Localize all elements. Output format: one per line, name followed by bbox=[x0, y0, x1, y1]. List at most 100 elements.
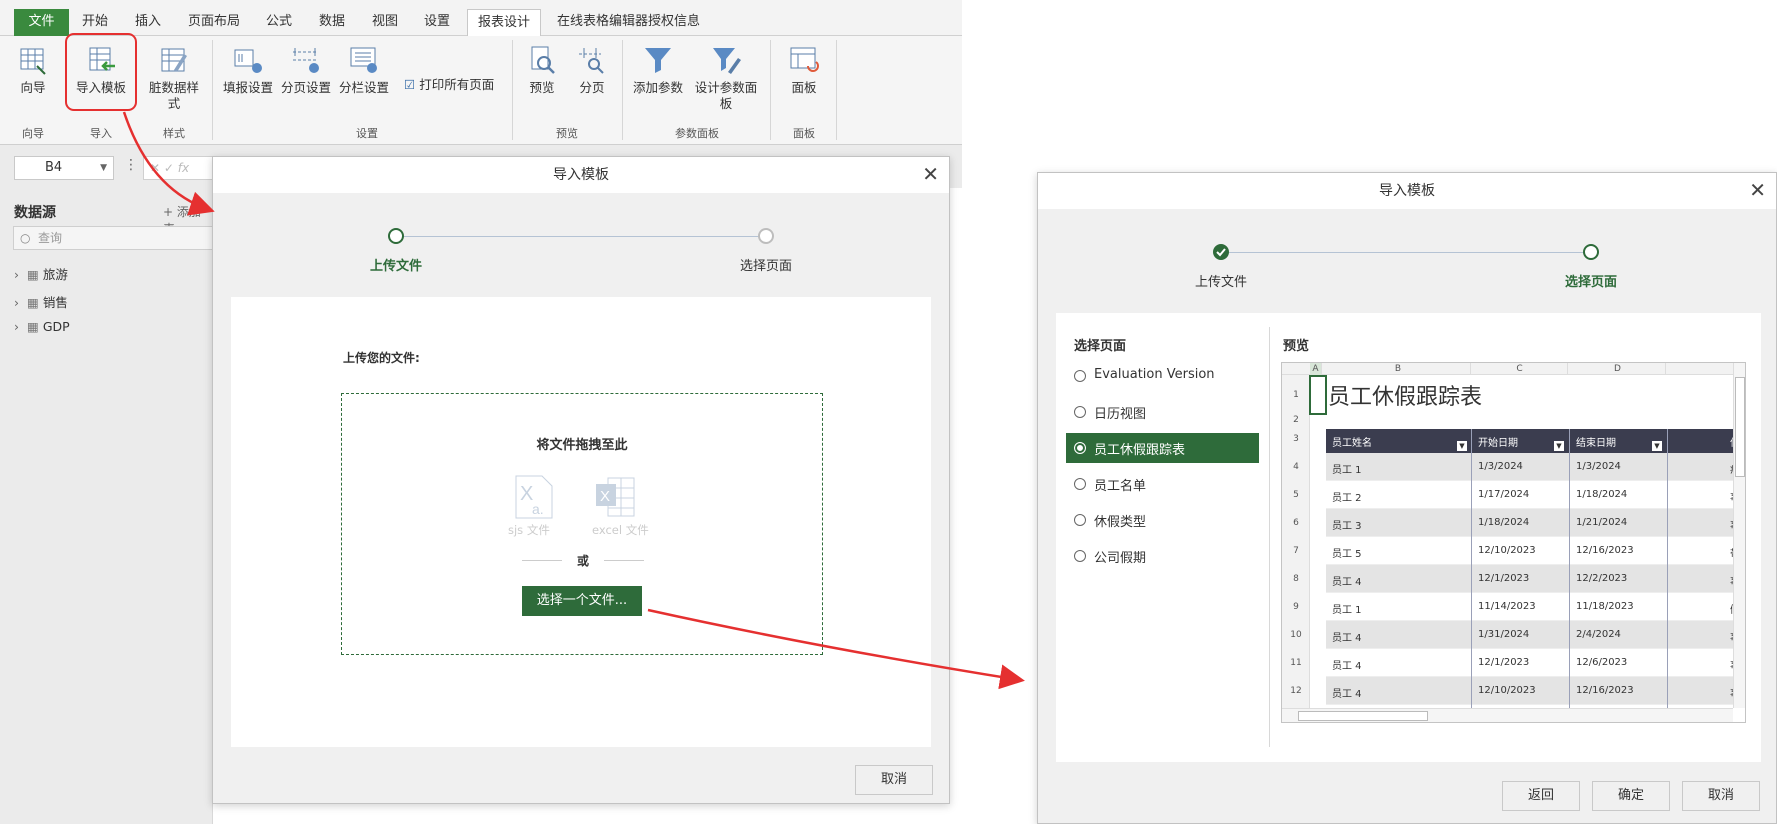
design-param-panel-button[interactable]: 设计参数面板 bbox=[694, 44, 758, 112]
tab-insert[interactable]: 插入 bbox=[125, 9, 171, 36]
dirty-style-button[interactable]: 脏数据样式 bbox=[146, 44, 202, 112]
dropdown-icon: ▼ bbox=[100, 163, 107, 173]
page-option[interactable]: Evaluation Version bbox=[1066, 361, 1259, 391]
close-icon[interactable]: ✕ bbox=[1749, 177, 1766, 203]
page-option-label: 休假类型 bbox=[1094, 515, 1147, 530]
dialog-title: 导入模板 bbox=[1038, 173, 1776, 209]
page-option[interactable]: 日历视图 bbox=[1066, 397, 1259, 427]
datasource-item[interactable]: › ▦ GDP bbox=[14, 319, 70, 334]
radio-icon bbox=[1074, 442, 1086, 454]
check-icon bbox=[1216, 248, 1226, 257]
header-cell: 开始日期 bbox=[1478, 438, 1518, 449]
tab-file[interactable]: 文件 bbox=[14, 9, 69, 36]
table-row bbox=[1326, 621, 1745, 649]
choose-file-button[interactable]: 选择一个文件... bbox=[522, 586, 642, 616]
tab-settings[interactable]: 设置 bbox=[414, 9, 460, 36]
cell-name: 员工 3 bbox=[1332, 521, 1362, 532]
funnel-icon bbox=[645, 48, 671, 73]
column-header: D bbox=[1570, 363, 1666, 375]
filter-dropdown-icon[interactable]: ▼ bbox=[1652, 441, 1662, 451]
wizard-button[interactable]: 向导 bbox=[10, 44, 56, 96]
paging-button[interactable]: 分页 bbox=[572, 44, 612, 96]
page-option-label: 员工名单 bbox=[1094, 479, 1147, 494]
fill-settings-label: 填报设置 bbox=[222, 80, 273, 95]
step-select-icon bbox=[758, 228, 774, 244]
scrollbar-thumb[interactable] bbox=[1735, 377, 1745, 477]
fx-label: fx bbox=[177, 161, 190, 175]
svg-text:a.: a. bbox=[532, 501, 544, 517]
page-option[interactable]: 员工名单 bbox=[1066, 469, 1259, 499]
datasource-search[interactable]: ○ 查询 bbox=[13, 226, 213, 250]
page-option-label: Evaluation Version bbox=[1094, 367, 1215, 382]
dirty-style-icon bbox=[161, 48, 187, 72]
step-upload-label: 上传文件 bbox=[369, 259, 422, 274]
datasource-item-label: GDP bbox=[42, 319, 70, 334]
filter-dropdown-icon[interactable]: ▼ bbox=[1554, 441, 1564, 451]
funnel-edit-icon bbox=[713, 48, 741, 74]
print-all-checkbox[interactable]: ☑ 打印所有页面 bbox=[404, 74, 494, 93]
row-number: 6 bbox=[1293, 518, 1299, 528]
panel-button[interactable]: 面板 bbox=[782, 44, 826, 96]
row-number: 3 bbox=[1293, 434, 1299, 444]
cell-start: 12/1/2023 bbox=[1478, 573, 1530, 584]
checkbox-icon: ☑ bbox=[404, 77, 416, 92]
cancel-button[interactable]: 取消 bbox=[855, 765, 933, 795]
add-param-button[interactable]: 添加参数 bbox=[632, 44, 684, 96]
page-settings-button[interactable]: 分页设置 bbox=[280, 44, 332, 96]
close-icon[interactable]: ✕ bbox=[922, 161, 939, 187]
radio-icon bbox=[1074, 478, 1086, 490]
column-settings-button[interactable]: 分栏设置 bbox=[338, 44, 390, 96]
tab-report-design[interactable]: 报表设计 bbox=[467, 9, 542, 36]
datasource-item[interactable]: › ▦ 旅游 bbox=[14, 264, 68, 283]
ok-button[interactable]: 确定 bbox=[1592, 781, 1670, 811]
scrollbar-thumb[interactable] bbox=[1298, 711, 1428, 721]
table-row bbox=[1326, 537, 1745, 565]
formula-input[interactable]: ✕ ✓ fx bbox=[143, 156, 213, 180]
pages-title: 选择页面 bbox=[1074, 339, 1127, 354]
ribbon: 向导 导入模板 脏数据样式 填报设置 分页设置 分栏设置 ☑ 打印所有页面 预览 bbox=[0, 36, 962, 145]
cell-start: 12/10/2023 bbox=[1478, 685, 1536, 696]
column-separator bbox=[1667, 429, 1668, 722]
header-cell: 结束日期 bbox=[1576, 438, 1616, 449]
tab-data[interactable]: 数据 bbox=[309, 9, 355, 36]
cell-name: 员工 4 bbox=[1332, 661, 1362, 672]
cell-name: 员工 1 bbox=[1332, 605, 1362, 616]
chevron-right-icon: › bbox=[14, 295, 19, 310]
cancel-button[interactable]: 取消 bbox=[1682, 781, 1760, 811]
print-all-label: 打印所有页面 bbox=[419, 77, 495, 92]
tab-home[interactable]: 开始 bbox=[72, 9, 118, 36]
divider bbox=[604, 560, 644, 561]
name-box[interactable]: B4 ▼ bbox=[14, 156, 114, 180]
preview-sheet: ABCD1员工休假跟踪表23员工姓名▼开始日期▼结束日期▼伏4员工 11/3/2… bbox=[1281, 362, 1746, 723]
dialog-title: 导入模板 bbox=[213, 157, 949, 193]
tab-formula[interactable]: 公式 bbox=[256, 9, 302, 36]
fill-settings-button[interactable]: 填报设置 bbox=[222, 44, 274, 96]
drop-text: 将文件拖拽至此 bbox=[536, 438, 628, 453]
page-option[interactable]: 员工休假跟踪表 bbox=[1066, 433, 1259, 463]
group-import-label: 导入 bbox=[90, 127, 112, 140]
paging-icon bbox=[579, 48, 604, 74]
cell-start: 1/3/2024 bbox=[1478, 461, 1523, 472]
datasource-item-label: 旅游 bbox=[42, 267, 68, 282]
radio-icon bbox=[1074, 514, 1086, 526]
datasource-item[interactable]: › ▦ 销售 bbox=[14, 292, 68, 311]
table-row bbox=[1326, 593, 1745, 621]
drop-zone[interactable]: 将文件拖拽至此 Xa. X sjs 文件 excel 文件 或 选择一个文件..… bbox=[341, 393, 823, 655]
tab-page-layout[interactable]: 页面布局 bbox=[178, 9, 250, 36]
filter-dropdown-icon[interactable]: ▼ bbox=[1457, 441, 1467, 451]
menu-bar: 文件 开始 插入 页面布局 公式 数据 视图 设置 报表设计 在线表格编辑器授权… bbox=[0, 0, 962, 36]
page-option[interactable]: 休假类型 bbox=[1066, 505, 1259, 535]
active-cell[interactable] bbox=[1309, 375, 1327, 415]
preview-title: 预览 bbox=[1283, 339, 1310, 354]
back-button[interactable]: 返回 bbox=[1502, 781, 1580, 811]
cell-end: 12/2/2023 bbox=[1576, 573, 1628, 584]
chevron-right-icon: › bbox=[14, 267, 19, 282]
page-option[interactable]: 公司假期 bbox=[1066, 541, 1259, 571]
row-number: 12 bbox=[1290, 686, 1302, 696]
radio-icon bbox=[1074, 370, 1086, 382]
datasource-title: 数据源 bbox=[14, 205, 56, 221]
tab-license-info[interactable]: 在线表格编辑器授权信息 bbox=[547, 9, 710, 36]
header-cell: 员工姓名 bbox=[1332, 438, 1372, 449]
preview-button[interactable]: 预览 bbox=[522, 44, 562, 96]
tab-view[interactable]: 视图 bbox=[362, 9, 408, 36]
